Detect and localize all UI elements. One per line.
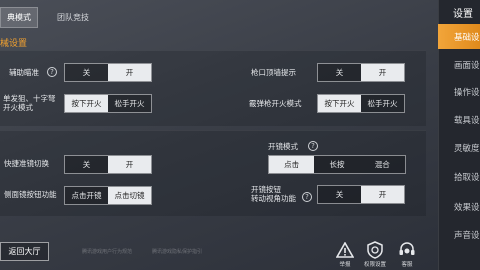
tab-team-deathmatch[interactable]: 团队竞技 — [44, 7, 102, 28]
single-shot-fire-mode-toggle[interactable]: 按下开火 松手开火 — [64, 94, 152, 113]
sidebar-item-label: 效果设 — [454, 202, 480, 213]
press-to-fire[interactable]: 按下开火 — [65, 95, 108, 112]
scope-mode-mixed[interactable]: 混合 — [359, 156, 405, 173]
release-to-fire[interactable]: 松手开火 — [108, 95, 151, 112]
tab-label: 典模式 — [7, 13, 31, 22]
scope-button-rotate-view-toggle[interactable]: 关 开 — [317, 185, 405, 204]
headset-icon[interactable] — [396, 240, 418, 260]
quick-scope-on[interactable]: 开 — [108, 156, 151, 173]
sidebar-item-label: 声音设 — [454, 230, 480, 241]
sidebar-item-sound[interactable]: 声音设 — [438, 222, 480, 247]
muzzle-wall-hint-on[interactable]: 开 — [361, 64, 404, 81]
settings-panel-top — [0, 50, 426, 126]
sidebar-item-sensitivity[interactable]: 灵敏度 — [438, 135, 480, 160]
muzzle-wall-hint-toggle[interactable]: 关 开 — [317, 63, 405, 82]
quick-scope-switch-label: 快捷准镜切换 — [4, 159, 49, 168]
scope-mode-selector[interactable]: 点击 长按 混合 — [268, 155, 406, 174]
label-line2: 转动视角功能 — [251, 194, 296, 204]
scope-mode-label: 开镜模式 — [268, 142, 298, 151]
tab-label: 团队竞技 — [57, 13, 89, 22]
rotate-view-off[interactable]: 关 — [318, 186, 361, 203]
release-to-fire[interactable]: 松手开火 — [361, 95, 404, 112]
tab-classic-mode[interactable]: 典模式 — [0, 7, 38, 28]
shotgun-fire-mode-label: 霰弹枪开火模式 — [249, 99, 302, 108]
sidebar-item-pickup[interactable]: 拾取设 — [438, 164, 480, 189]
shotgun-fire-mode-toggle[interactable]: 按下开火 松手开火 — [317, 94, 405, 113]
aim-assist-label: 辅助瞄准 — [9, 68, 39, 77]
label-line2: 开火模式 — [3, 103, 33, 113]
help-icon[interactable]: ? — [308, 141, 318, 151]
back-to-lobby-label: 返回大厅 — [8, 247, 41, 256]
scope-button-rotate-view-label: 开镜按钮 转动视角功能 — [251, 185, 296, 204]
sidebar-item-label: 操作设 — [454, 87, 480, 98]
sidebar-item-label: 拾取设 — [454, 172, 480, 183]
muzzle-wall-hint-off[interactable]: 关 — [318, 64, 361, 81]
aim-assist-off[interactable]: 关 — [65, 64, 108, 81]
side-scope-button-toggle[interactable]: 点击开镜 点击切镜 — [64, 186, 152, 205]
sidebar-item-vehicle[interactable]: 载具设 — [438, 107, 480, 132]
quick-scope-off[interactable]: 关 — [65, 156, 108, 173]
help-icon[interactable]: ? — [302, 192, 312, 202]
aim-assist-toggle[interactable]: 关 开 — [64, 63, 152, 82]
user-conduct-link[interactable]: 腾讯游戏用户行为规范 — [82, 248, 132, 255]
privacy-guide-link[interactable]: 腾讯游戏隐私保护指引 — [152, 248, 202, 255]
report-label: 举报 — [339, 262, 351, 268]
sidebar-item-graphics[interactable]: 画面设 — [438, 52, 480, 77]
permission-settings-label: 权限设置 — [363, 262, 386, 268]
press-to-fire[interactable]: 按下开火 — [318, 95, 361, 112]
scope-mode-hold[interactable]: 长按 — [314, 156, 360, 173]
warning-icon[interactable] — [334, 240, 356, 260]
label-line1: 单发狙、十字弩 — [3, 94, 56, 103]
sidebar-item-basic[interactable]: 基础设 — [438, 24, 480, 49]
scope-mode-tap[interactable]: 点击 — [269, 156, 315, 173]
section-title: 械设置 — [0, 39, 28, 49]
sidebar-item-label: 基础设 — [454, 32, 480, 43]
quick-scope-switch-toggle[interactable]: 关 开 — [64, 155, 152, 174]
single-shot-fire-mode-label: 单发狙、十字弩 开火模式 — [3, 94, 56, 113]
sidebar-item-label: 载具设 — [454, 115, 480, 126]
label-line1: 开镜按钮 — [251, 185, 281, 194]
help-icon[interactable]: ? — [47, 67, 57, 77]
tap-to-scope[interactable]: 点击开镜 — [65, 187, 108, 204]
customer-service-label: 客服 — [401, 262, 413, 268]
aim-assist-on[interactable]: 开 — [108, 64, 151, 81]
sidebar-item-controls[interactable]: 操作设 — [438, 79, 480, 104]
tap-to-switch-scope[interactable]: 点击切镜 — [108, 187, 151, 204]
sidebar-title: 设置 — [453, 9, 473, 20]
shield-gear-icon[interactable] — [364, 240, 386, 260]
back-to-lobby-button[interactable]: 返回大厅 — [0, 242, 49, 261]
sidebar-item-label: 灵敏度 — [454, 143, 480, 154]
rotate-view-on[interactable]: 开 — [361, 186, 404, 203]
side-scope-button-label: 侧面镜按钮功能 — [4, 190, 57, 199]
muzzle-wall-hint-label: 枪口顶墙提示 — [251, 68, 296, 77]
sidebar-item-label: 画面设 — [454, 60, 480, 71]
sidebar-item-effects[interactable]: 效果设 — [438, 194, 480, 219]
